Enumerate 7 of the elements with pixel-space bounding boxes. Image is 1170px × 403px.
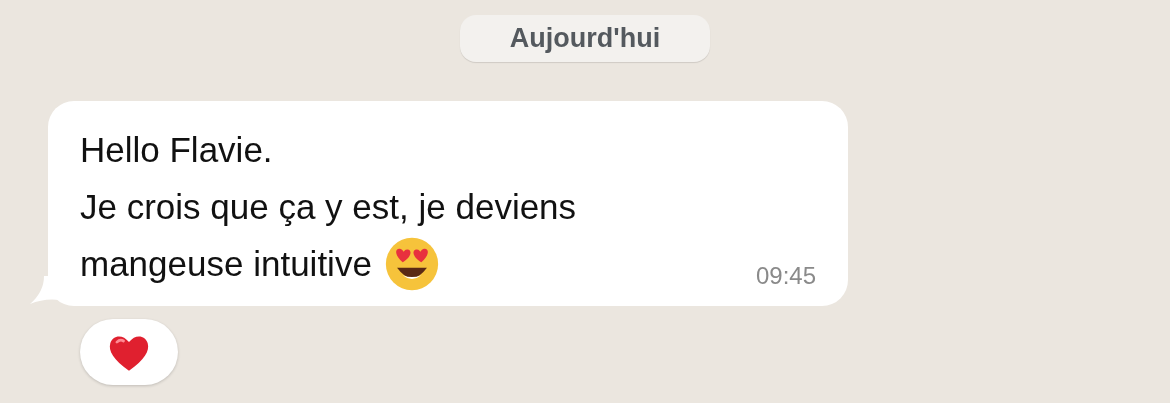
message-text: Je crois que ça y est, je deviens [80,186,577,227]
date-label: Aujourd'hui [459,15,711,62]
message-time: 09:45 [755,262,816,291]
message-text: mangeuse intuitive [80,243,372,284]
reaction-badge[interactable] [80,319,178,385]
message-text: Hello Flavie. [80,129,273,170]
heart-eyes-emoji-icon [383,235,440,292]
